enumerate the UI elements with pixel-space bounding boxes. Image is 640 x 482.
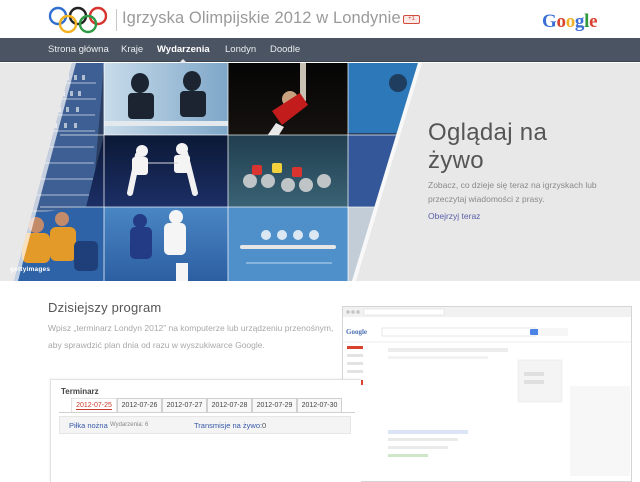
- todays-program-section: Dzisiejszy program Wpisz „terminarz Lond…: [0, 282, 640, 482]
- hero-panel: Oglądaj na żywo Zobacz, co dzieje się te…: [428, 119, 628, 224]
- live-streams-count: 0: [262, 421, 267, 430]
- live-streams-label: Transmisje na żywo:: [194, 421, 263, 430]
- hero-title-line2: żywo: [428, 147, 484, 174]
- main-nav: Strona główna Kraje Wydarzenia Londyn Do…: [0, 38, 640, 63]
- watch-now-link[interactable]: Obejrzyj teraz: [428, 211, 480, 221]
- google-logo-letter: o: [556, 11, 566, 32]
- date-tab-label: 2012-07-25: [76, 402, 112, 410]
- header-divider: [116, 9, 117, 31]
- nav-item-events-label: Wydarzenia: [157, 44, 210, 55]
- browser-screenshot-illustration: [342, 306, 632, 482]
- date-tab[interactable]: 2012-07-25: [71, 398, 117, 412]
- hero-banner: gettyimages Oglądaj na żywo Zobacz, co d…: [0, 63, 640, 281]
- date-tab[interactable]: 2012-07-27: [162, 398, 207, 412]
- date-tab[interactable]: 2012-07-28: [207, 398, 252, 412]
- date-tab[interactable]: 2012-07-29: [252, 398, 297, 412]
- hero-description: Zobacz, co dzieje się teraz na igrzyskac…: [428, 180, 597, 204]
- google-logo-letter: g: [574, 11, 585, 32]
- nav-item-home[interactable]: Strona główna: [48, 38, 109, 62]
- getty-images-credit: gettyimages: [10, 266, 51, 273]
- olympic-rings-logo[interactable]: [48, 6, 108, 34]
- hero-title-line1: Oglądaj na: [428, 119, 548, 146]
- event-count: Wydarzenia: 6: [110, 422, 149, 428]
- google-logo-letter: o: [565, 11, 576, 32]
- hero-title: Oglądaj na żywo: [428, 119, 628, 175]
- top-header: Igrzyska Olimpijskie 2012 w Londynie +1 …: [0, 0, 640, 38]
- section-description: Wpisz „terminarz Londyn 2012” na kompute…: [48, 323, 334, 350]
- tab-divider: [59, 412, 355, 413]
- nav-item-london[interactable]: Londyn: [225, 38, 256, 62]
- google-logo-letter: e: [589, 11, 598, 32]
- event-name-link[interactable]: Piłka nożna: [69, 421, 108, 430]
- nav-item-countries[interactable]: Kraje: [121, 38, 143, 62]
- date-tab[interactable]: 2012-07-26: [117, 398, 162, 412]
- browser-search-logo: Google: [346, 328, 367, 336]
- google-logo[interactable]: Google: [542, 11, 598, 33]
- section-heading: Dzisiejszy program: [48, 300, 162, 315]
- google-plus-one-button[interactable]: +1: [403, 15, 420, 24]
- site-title: Igrzyska Olimpijskie 2012 w Londynie: [122, 9, 401, 27]
- schedule-card: Terminarz 2012-07-25 2012-07-26 2012-07-…: [50, 379, 361, 482]
- schedule-title: Terminarz: [61, 387, 99, 396]
- nav-item-events[interactable]: Wydarzenia: [157, 38, 210, 63]
- page: Igrzyska Olimpijskie 2012 w Londynie +1 …: [0, 0, 640, 482]
- date-tab[interactable]: 2012-07-30: [297, 398, 342, 412]
- event-row[interactable]: Piłka nożna Wydarzenia: 6 Transmisje na …: [59, 416, 351, 434]
- nav-item-doodle[interactable]: Doodle: [270, 38, 300, 62]
- google-logo-letter: G: [542, 11, 557, 32]
